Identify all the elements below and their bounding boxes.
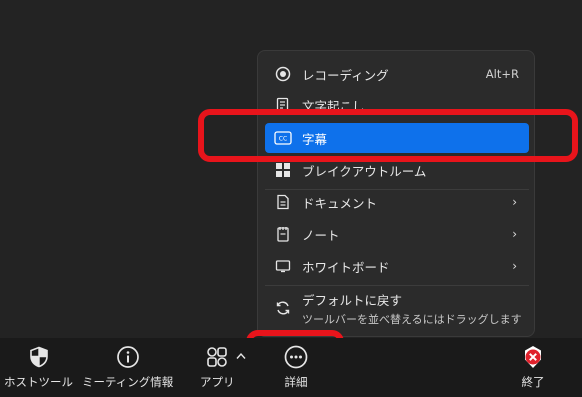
menu-item-label: ノート xyxy=(302,227,340,243)
info-icon xyxy=(115,344,141,370)
menu-item-label: ドキュメント xyxy=(302,195,378,211)
annotation-box-captions xyxy=(198,109,578,162)
meeting-info-label: ミーティング情報 xyxy=(82,375,174,389)
more-label: 詳細 xyxy=(284,375,308,389)
menu-item-notes[interactable]: ノート › xyxy=(265,219,529,249)
record-icon xyxy=(274,65,292,83)
menu-item-docs[interactable]: ドキュメント › xyxy=(265,187,529,217)
reset-hint: ツールバーを並べ替えるにはドラッグします xyxy=(302,312,522,326)
menu-item-label: ホワイトボード xyxy=(302,259,390,275)
reset-icon xyxy=(274,299,292,317)
chevron-right-icon: › xyxy=(512,259,517,273)
more-menu: レコーディング Alt+R 文字起こし CC 字幕 ブレイクアウトルーム ドキュ… xyxy=(257,50,535,337)
document-icon xyxy=(274,193,292,211)
menu-item-whiteboard[interactable]: ホワイトボード › xyxy=(265,251,529,281)
menu-divider xyxy=(265,285,529,286)
meeting-toolbar: ホストツール ミーティング情報 アプリ 詳細 終了 xyxy=(0,338,582,397)
menu-item-recording[interactable]: レコーディング Alt+R xyxy=(265,59,529,89)
more-button[interactable]: 詳細 xyxy=(283,344,309,390)
shortcut-label: Alt+R xyxy=(485,67,519,81)
whiteboard-icon xyxy=(274,257,292,275)
more-icon xyxy=(283,344,309,370)
chevron-right-icon: › xyxy=(512,227,517,241)
host-tools-button[interactable]: ホストツール xyxy=(4,344,73,390)
end-button[interactable]: 終了 xyxy=(520,344,546,390)
apps-icon xyxy=(204,344,230,370)
reset-text: デフォルトに戻す ツールバーを並べ替えるにはドラッグします xyxy=(302,290,529,327)
apps-button[interactable]: アプリ xyxy=(200,344,235,390)
end-label: 終了 xyxy=(521,375,545,389)
host-tools-label: ホストツール xyxy=(4,375,73,389)
notes-icon xyxy=(274,225,292,243)
menu-item-reset[interactable]: デフォルトに戻す ツールバーを並べ替えるにはドラッグします xyxy=(265,289,529,327)
menu-item-label: レコーディング xyxy=(302,67,389,83)
menu-item-label: ブレイクアウトルーム xyxy=(302,163,427,179)
chevron-up-icon[interactable] xyxy=(236,350,246,363)
menu-item-label: デフォルトに戻す xyxy=(302,292,403,308)
end-icon xyxy=(520,344,546,370)
apps-label: アプリ xyxy=(200,375,235,389)
breakout-icon xyxy=(274,161,292,179)
chevron-right-icon: › xyxy=(512,195,517,209)
meeting-info-button[interactable]: ミーティング情報 xyxy=(82,344,173,390)
shield-icon xyxy=(26,344,52,370)
